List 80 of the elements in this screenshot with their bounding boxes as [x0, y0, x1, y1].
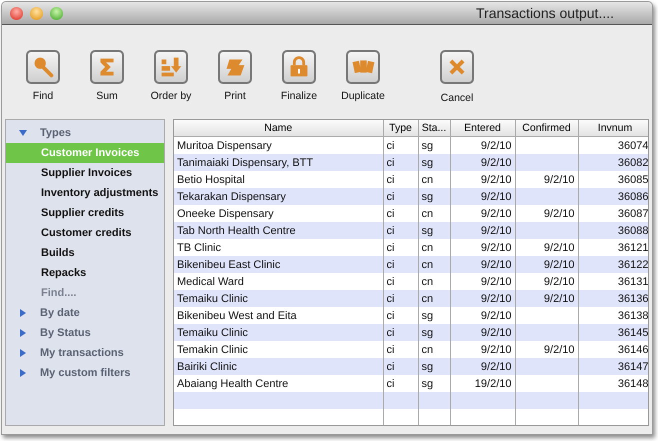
table-cell: Bikenibeu East Clinic	[174, 256, 383, 273]
table-cell: 36122	[578, 256, 648, 273]
table-cell: 9/2/10	[450, 188, 515, 205]
table-cell: ci	[383, 358, 418, 375]
close-icon[interactable]	[10, 6, 23, 20]
table-cell	[515, 188, 578, 205]
disclosure-triangle-icon[interactable]	[19, 129, 27, 137]
disclosure-triangle-icon[interactable]	[19, 329, 27, 337]
table-cell: 9/2/10	[515, 290, 578, 307]
column-header[interactable]: Sta...	[418, 120, 450, 136]
magnifier-icon	[26, 50, 60, 84]
disclosure-triangle-icon[interactable]	[19, 349, 27, 357]
table-cell: ci	[383, 256, 418, 273]
table-cell: ci	[383, 290, 418, 307]
sidebar-item[interactable]: Supplier credits	[6, 203, 164, 223]
sidebar-group[interactable]: My transactions	[6, 343, 164, 363]
printer-icon	[218, 50, 252, 84]
table-cell: sg	[418, 324, 450, 341]
table-cell: Tanimaiaki Dispensary, BTT	[174, 154, 383, 171]
sidebar-item[interactable]: Builds	[6, 243, 164, 263]
column-header[interactable]: Confirmed	[515, 120, 578, 136]
table-cell: 9/2/10	[450, 324, 515, 341]
table-cell: 9/2/10	[450, 154, 515, 171]
table-cell: 9/2/10	[515, 256, 578, 273]
toolbar-button[interactable]: Finalize	[267, 50, 331, 102]
sidebar-item[interactable]: Inventory adjustments	[6, 183, 164, 203]
window-title: Transactions output....	[476, 5, 614, 21]
toolbar-button[interactable]: Order by	[139, 50, 203, 102]
close-icon	[440, 50, 474, 84]
table-cell: 36086	[578, 188, 648, 205]
table-cell: Tab North Health Centre	[174, 222, 383, 239]
table-cell: sg	[418, 358, 450, 375]
cards-icon	[346, 50, 380, 84]
table-cell: sg	[418, 222, 450, 239]
table-cell: Bairiki Clinic	[174, 358, 383, 375]
table-cell: 9/2/10	[450, 290, 515, 307]
table-cell: 9/2/10	[450, 222, 515, 239]
sidebar-group[interactable]: By date	[6, 303, 164, 323]
sidebar-item[interactable]: Repacks	[6, 263, 164, 283]
toolbar-button[interactable]: Cancel	[425, 50, 489, 104]
sidebar-group[interactable]: My custom filters	[6, 363, 164, 383]
table-cell: 36147	[578, 358, 648, 375]
toolbar-button[interactable]: Print	[203, 50, 267, 102]
table-cell: ci	[383, 188, 418, 205]
column-header[interactable]: Entered	[450, 120, 515, 136]
toolbar-button[interactable]: Find	[11, 50, 75, 102]
disclosure-triangle-icon[interactable]	[19, 369, 27, 377]
table-cell: 36088	[578, 222, 648, 239]
table-cell: Tekarakan Dispensary	[174, 188, 383, 205]
table-cell: ci	[383, 324, 418, 341]
sidebar-group[interactable]: Types	[6, 123, 164, 143]
table-cell: Temaiku Clinic	[174, 290, 383, 307]
column-header[interactable]: Name	[174, 120, 383, 136]
lock-icon	[282, 50, 316, 84]
table-cell: sg	[418, 154, 450, 171]
toolbar-button[interactable]: Duplicate	[331, 50, 395, 102]
table-cell	[515, 222, 578, 239]
table-cell: 9/2/10	[450, 358, 515, 375]
table-cell	[515, 358, 578, 375]
table-cell: cn	[418, 256, 450, 273]
sort-icon	[154, 50, 188, 84]
toolbar-button[interactable]: Sum	[75, 50, 139, 102]
sidebar-group[interactable]: By Status	[6, 323, 164, 343]
table-cell	[515, 154, 578, 171]
table-cell: 9/2/10	[450, 256, 515, 273]
disclosure-triangle-icon[interactable]	[19, 309, 27, 317]
sidebar-item[interactable]: Customer credits	[6, 223, 164, 243]
table-cell: cn	[418, 290, 450, 307]
table-cell: ci	[383, 222, 418, 239]
table-cell: ci	[383, 154, 418, 171]
table-cell: 36136	[578, 290, 648, 307]
table-cell: 36145	[578, 324, 648, 341]
column-header[interactable]: Type	[383, 120, 418, 136]
table-cell: sg	[418, 188, 450, 205]
table-cell	[515, 324, 578, 341]
column-header[interactable]: Invnum	[578, 120, 648, 136]
table-cell: Temaiku Clinic	[174, 324, 383, 341]
table-cell: 36082	[578, 154, 648, 171]
sigma-icon	[90, 50, 124, 84]
sidebar-item[interactable]: Supplier Invoices	[6, 163, 164, 183]
